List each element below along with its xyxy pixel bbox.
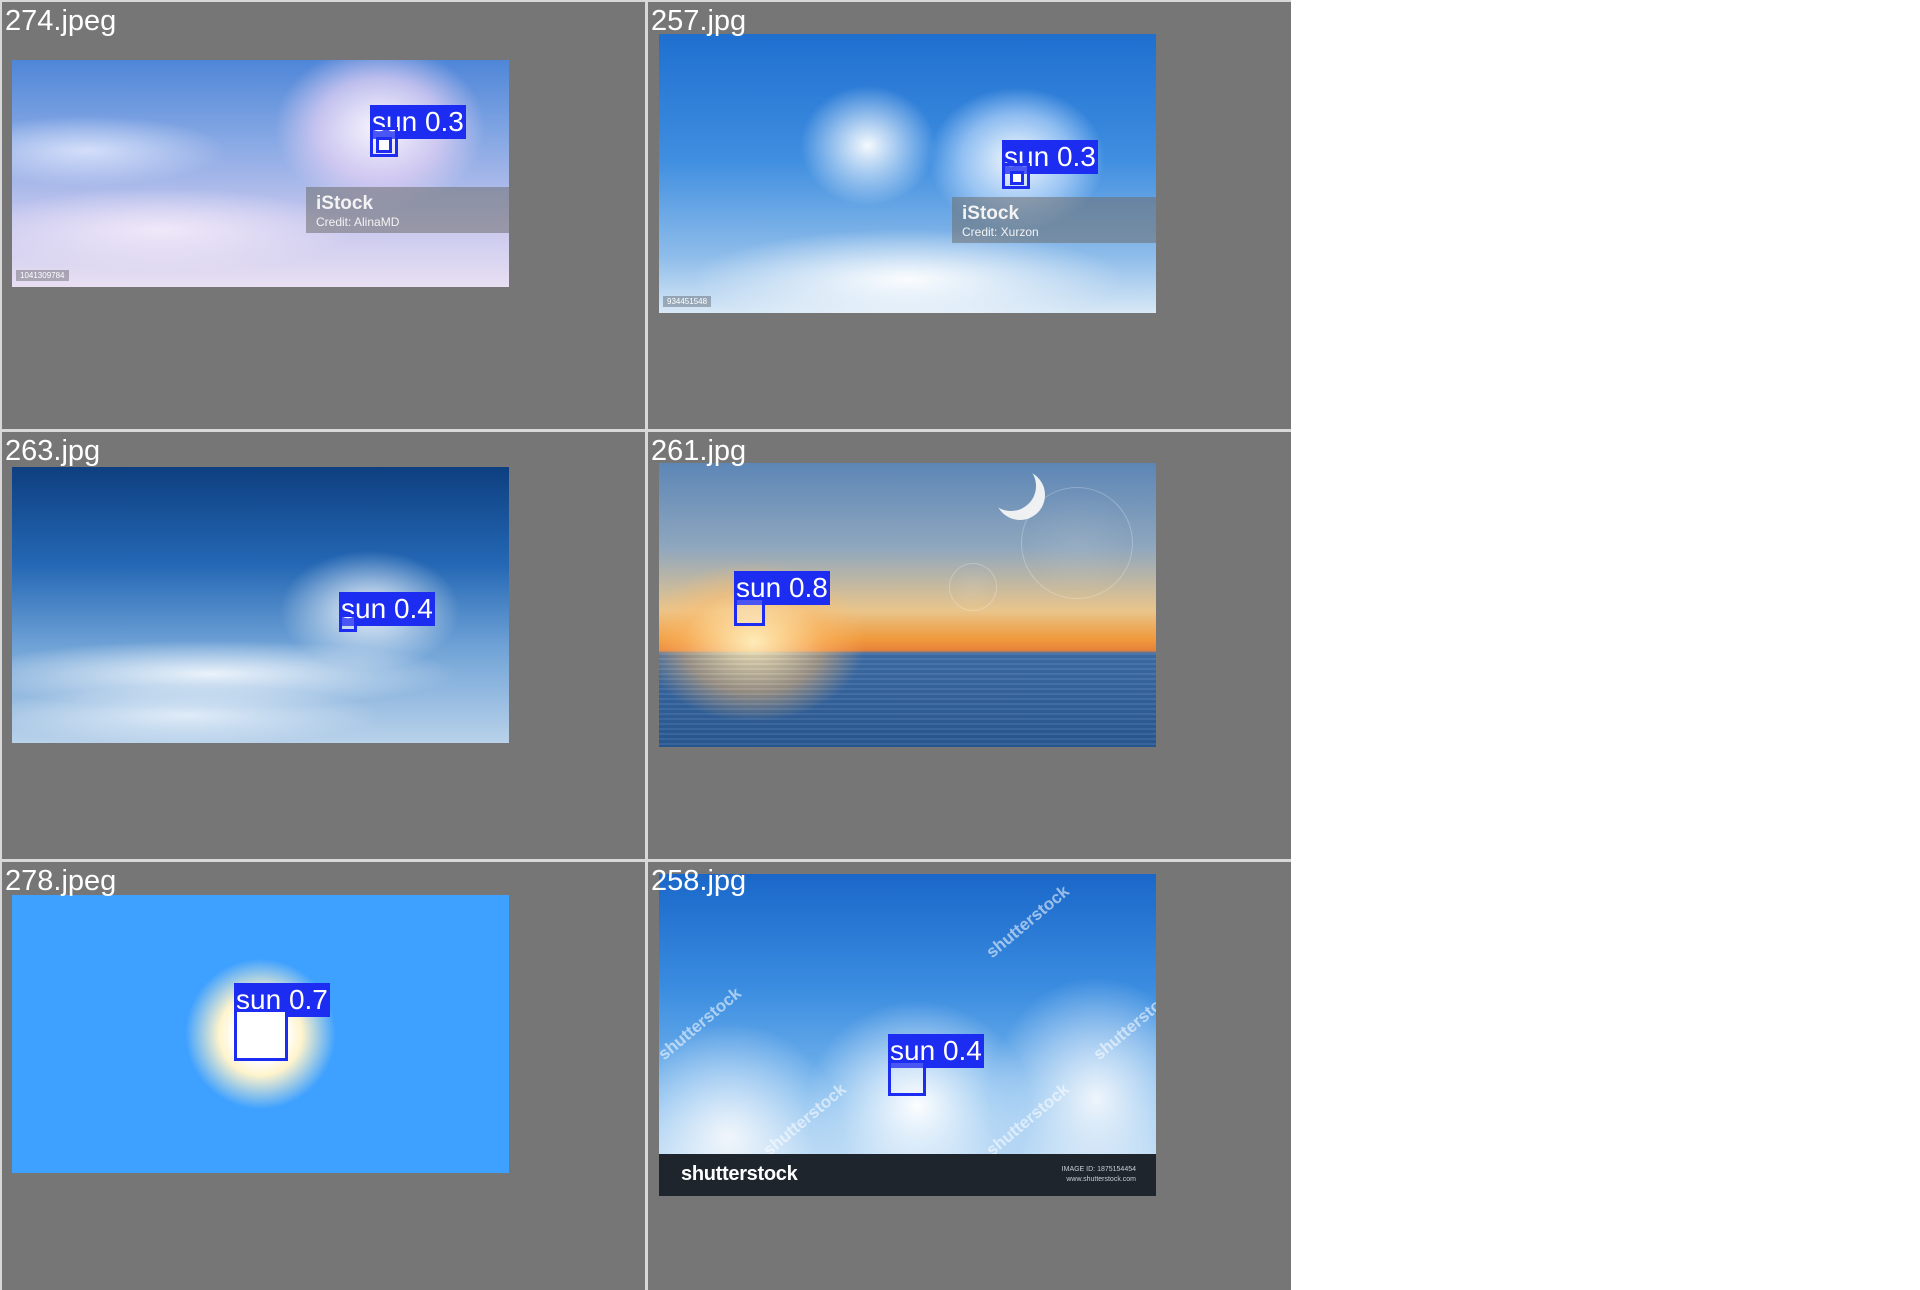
- panel-filename: 274.jpeg: [5, 5, 117, 37]
- istock-credit: Credit: AlinaMD: [316, 215, 400, 229]
- bounding-box: [734, 597, 765, 626]
- bounding-box: [234, 1009, 288, 1061]
- panel-filename: 261.jpg: [651, 435, 747, 467]
- detection-score: 0.7: [288, 984, 328, 1015]
- result-panel-274: 274.jpeg iStock Credit: AlinaMD 10413097…: [2, 2, 645, 429]
- result-panel-258: 258.jpg shutterstock shutterstock shutte…: [648, 862, 1291, 1290]
- shutterstock-logo: shutterstock: [681, 1163, 798, 1185]
- istock-watermark: iStock Credit: AlinaMD: [306, 187, 509, 233]
- istock-watermark: iStock Credit: Xurzon: [952, 197, 1156, 243]
- bounding-box: [370, 127, 398, 157]
- bounding-box: [888, 1060, 926, 1096]
- detection-score: 0.3: [424, 106, 464, 137]
- sky-photo: iStock Credit: AlinaMD 1041309784: [12, 60, 509, 287]
- bounding-box-inner: [376, 137, 392, 153]
- istock-credit: Credit: Xurzon: [962, 225, 1039, 239]
- site-url-text: www.shutterstock.com: [1066, 1176, 1136, 1183]
- result-panel-278: 278.jpeg sun 0.7: [2, 862, 645, 1290]
- bounding-box-inner: [1010, 171, 1024, 185]
- image-code: 934451548: [663, 296, 712, 307]
- image-id-text: IMAGE ID: 1875154454: [1061, 1166, 1136, 1173]
- result-panel-257: 257.jpg iStock Credit: Xurzon 934451548 …: [648, 2, 1291, 429]
- bounding-box: [339, 614, 357, 632]
- detection-score: 0.8: [788, 572, 828, 603]
- panel-filename: 257.jpg: [651, 5, 747, 37]
- shutterstock-diagonal-watermark: shutterstock: [982, 881, 1073, 962]
- detection-score: 0.4: [942, 1035, 982, 1066]
- image-code: 1041309784: [16, 270, 69, 281]
- lens-flare: [949, 563, 997, 611]
- panel-filename: 263.jpg: [5, 435, 101, 467]
- detection-results-grid: 274.jpeg iStock Credit: AlinaMD 10413097…: [0, 0, 1291, 1290]
- panel-filename: 258.jpg: [651, 865, 747, 897]
- istock-brand: iStock: [316, 193, 374, 214]
- detection-score: 0.4: [393, 593, 433, 624]
- shutterstock-diagonal-watermark: shutterstock: [759, 1079, 850, 1160]
- lens-flare: [1021, 487, 1133, 599]
- shutterstock-image-id: IMAGE ID: 1875154454 www.shutterstock.co…: [1062, 1165, 1136, 1185]
- result-panel-263: 263.jpg sun 0.4: [2, 432, 645, 859]
- istock-brand: iStock: [962, 203, 1020, 224]
- shutterstock-diagonal-watermark: shutterstock: [659, 983, 745, 1064]
- sea-surface: [659, 653, 1156, 747]
- result-panel-261: 261.jpg sun 0.8: [648, 432, 1291, 859]
- shutterstock-diagonal-watermark: shutterstock: [1089, 983, 1156, 1064]
- crescent-moon: [986, 463, 1036, 511]
- shutterstock-diagonal-watermark: shutterstock: [982, 1079, 1073, 1160]
- detection-score: 0.3: [1056, 141, 1096, 172]
- bounding-box: [1002, 163, 1030, 189]
- shutterstock-footer: shutterstock IMAGE ID: 1875154454 www.sh…: [659, 1154, 1156, 1196]
- panel-filename: 278.jpeg: [5, 865, 117, 897]
